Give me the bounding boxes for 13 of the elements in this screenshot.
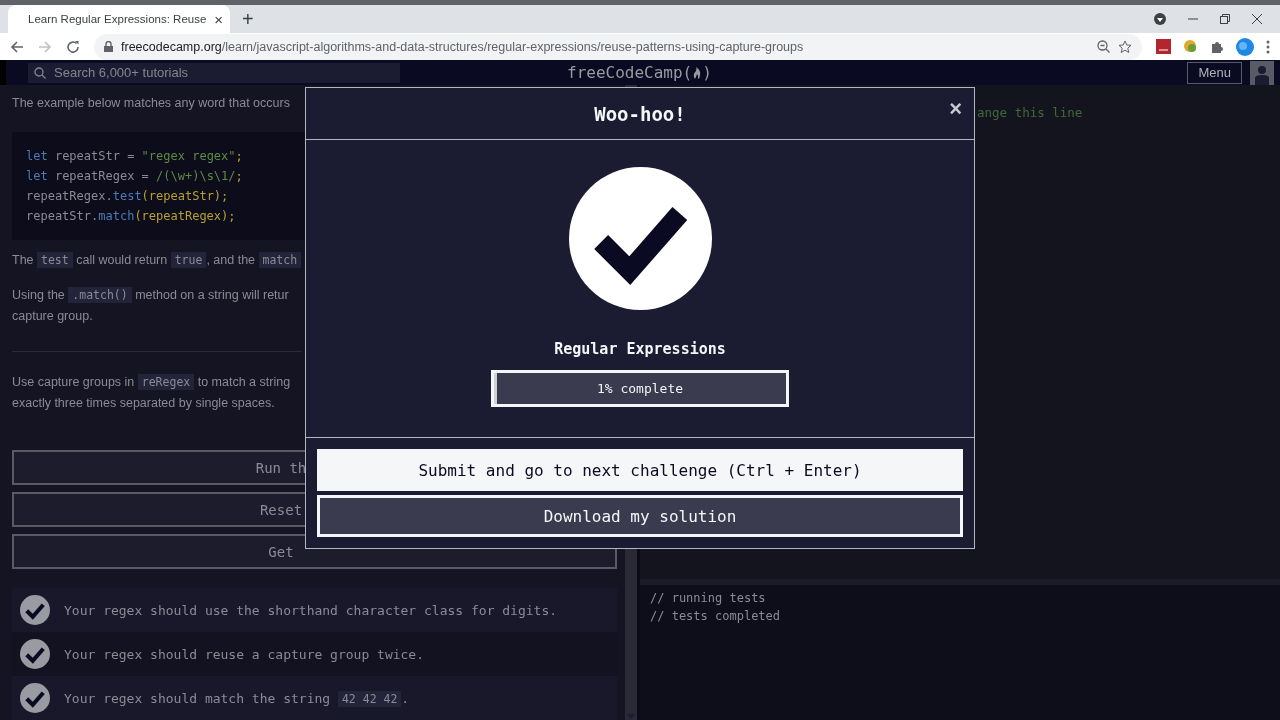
test-text: Your regex should match the string 42 42 42 . bbox=[64, 690, 410, 706]
test-text: Your regex should reuse a capture group twice. bbox=[64, 646, 425, 662]
code-comment: ange this line bbox=[977, 105, 1083, 120]
lesson-text: capture group. bbox=[12, 308, 94, 325]
tab-title: Learn Regular Expressions: Reuse bbox=[28, 13, 207, 26]
test-text: Your regex should use the shorthand character class for digits. bbox=[64, 602, 558, 618]
progress-label: 1% complete bbox=[596, 381, 684, 396]
block-title: Regular Expressions bbox=[554, 340, 726, 358]
dialog-title: Woo-hoo! bbox=[594, 102, 686, 125]
url-text: freecodecamp.org/learn/javascript-algorithms-and-data-structures/regular-expressions/reuse-patterns-using-capture-groups bbox=[121, 39, 804, 54]
console-line: // running tests bbox=[650, 590, 767, 607]
instructions-text: exactly three times separated by single spaces. bbox=[12, 395, 276, 412]
console-line: // tests completed bbox=[650, 608, 782, 625]
